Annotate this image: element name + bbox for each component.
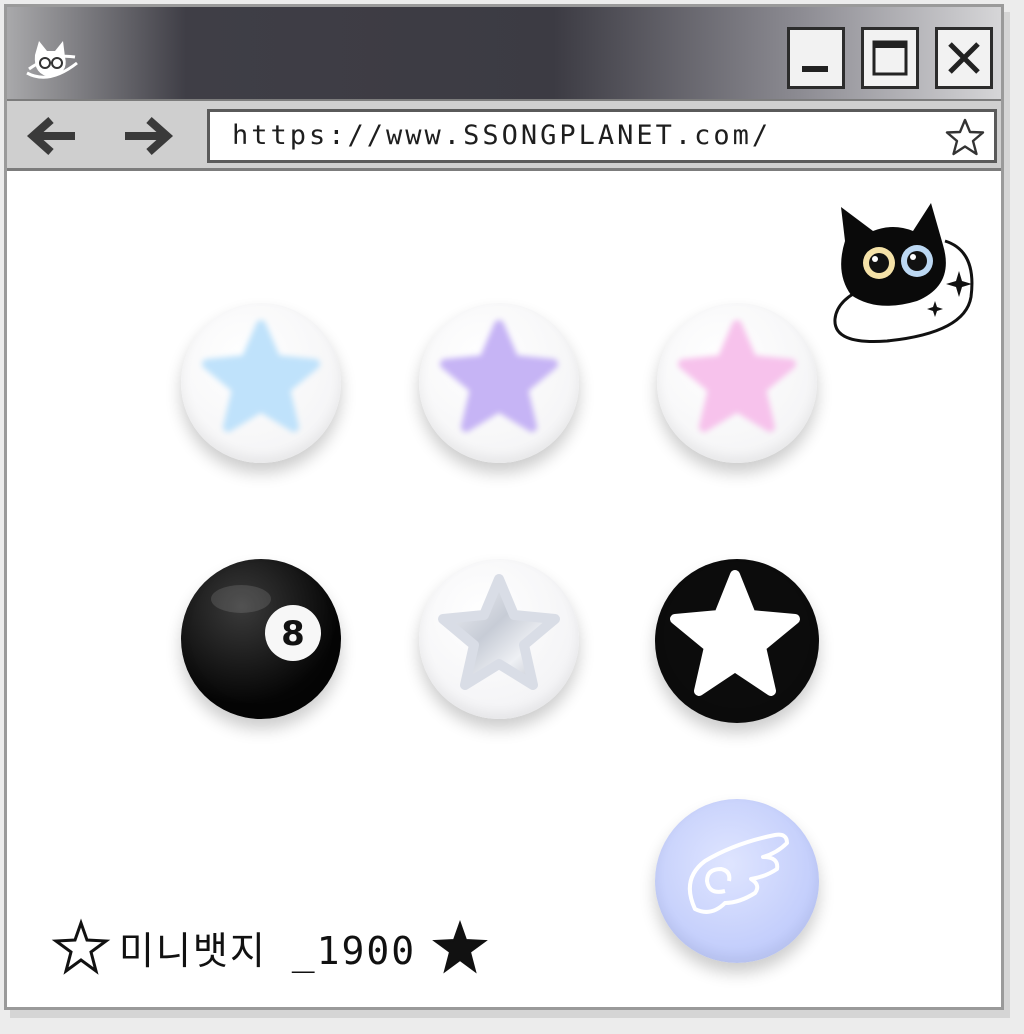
black-white-star-badge[interactable] bbox=[655, 559, 819, 723]
browser-window: https://www.SSONGPLANET.com/ 8 미니뱃지 _190… bbox=[4, 4, 1004, 1010]
url-text: https://www.SSONGPLANET.com/ bbox=[232, 120, 772, 151]
maximize-button[interactable] bbox=[861, 27, 919, 89]
purple-star-icon bbox=[440, 320, 558, 432]
angel-wing-icon bbox=[687, 832, 789, 914]
minimize-button[interactable] bbox=[787, 27, 845, 89]
close-icon bbox=[948, 42, 980, 74]
pink-star-badge[interactable] bbox=[657, 303, 817, 463]
navigation-bar: https://www.SSONGPLANET.com/ bbox=[7, 99, 1001, 171]
black-cat-icon bbox=[833, 203, 974, 344]
back-button[interactable] bbox=[25, 111, 81, 161]
blue-star-badge[interactable] bbox=[181, 303, 341, 463]
silver-star-icon bbox=[438, 574, 560, 690]
star-outline-icon bbox=[51, 918, 111, 975]
address-bar[interactable]: https://www.SSONGPLANET.com/ bbox=[207, 109, 997, 163]
eight-ball-icon: 8 bbox=[211, 585, 321, 661]
cat-planet-icon bbox=[26, 41, 78, 79]
bookmark-button[interactable] bbox=[944, 116, 986, 158]
star-filled-icon bbox=[432, 919, 488, 974]
arrow-left-icon bbox=[26, 117, 75, 155]
title-bar bbox=[7, 7, 1001, 99]
silver-star-badge[interactable] bbox=[419, 559, 579, 719]
page-content: 8 미니뱃지 _1900 bbox=[7, 171, 1001, 1007]
angel-wing-badge[interactable] bbox=[655, 799, 819, 963]
pink-star-icon bbox=[678, 320, 796, 432]
purple-star-badge[interactable] bbox=[419, 303, 579, 463]
page: https://www.SSONGPLANET.com/ 8 미니뱃지 _190… bbox=[0, 0, 1024, 1034]
eight-ball-number: 8 bbox=[281, 614, 305, 654]
close-button[interactable] bbox=[935, 27, 993, 89]
forward-button[interactable] bbox=[119, 111, 175, 161]
arrow-right-icon bbox=[125, 117, 174, 155]
product-name-price: 미니뱃지 _1900 bbox=[119, 928, 417, 973]
blue-star-icon bbox=[202, 320, 320, 432]
star-outline-icon bbox=[945, 118, 985, 156]
eight-ball-badge[interactable]: 8 bbox=[181, 559, 341, 719]
minimize-icon bbox=[802, 66, 828, 72]
product-label: 미니뱃지 _1900 bbox=[51, 917, 490, 977]
maximize-icon bbox=[872, 40, 908, 76]
white-star-icon bbox=[670, 570, 800, 696]
